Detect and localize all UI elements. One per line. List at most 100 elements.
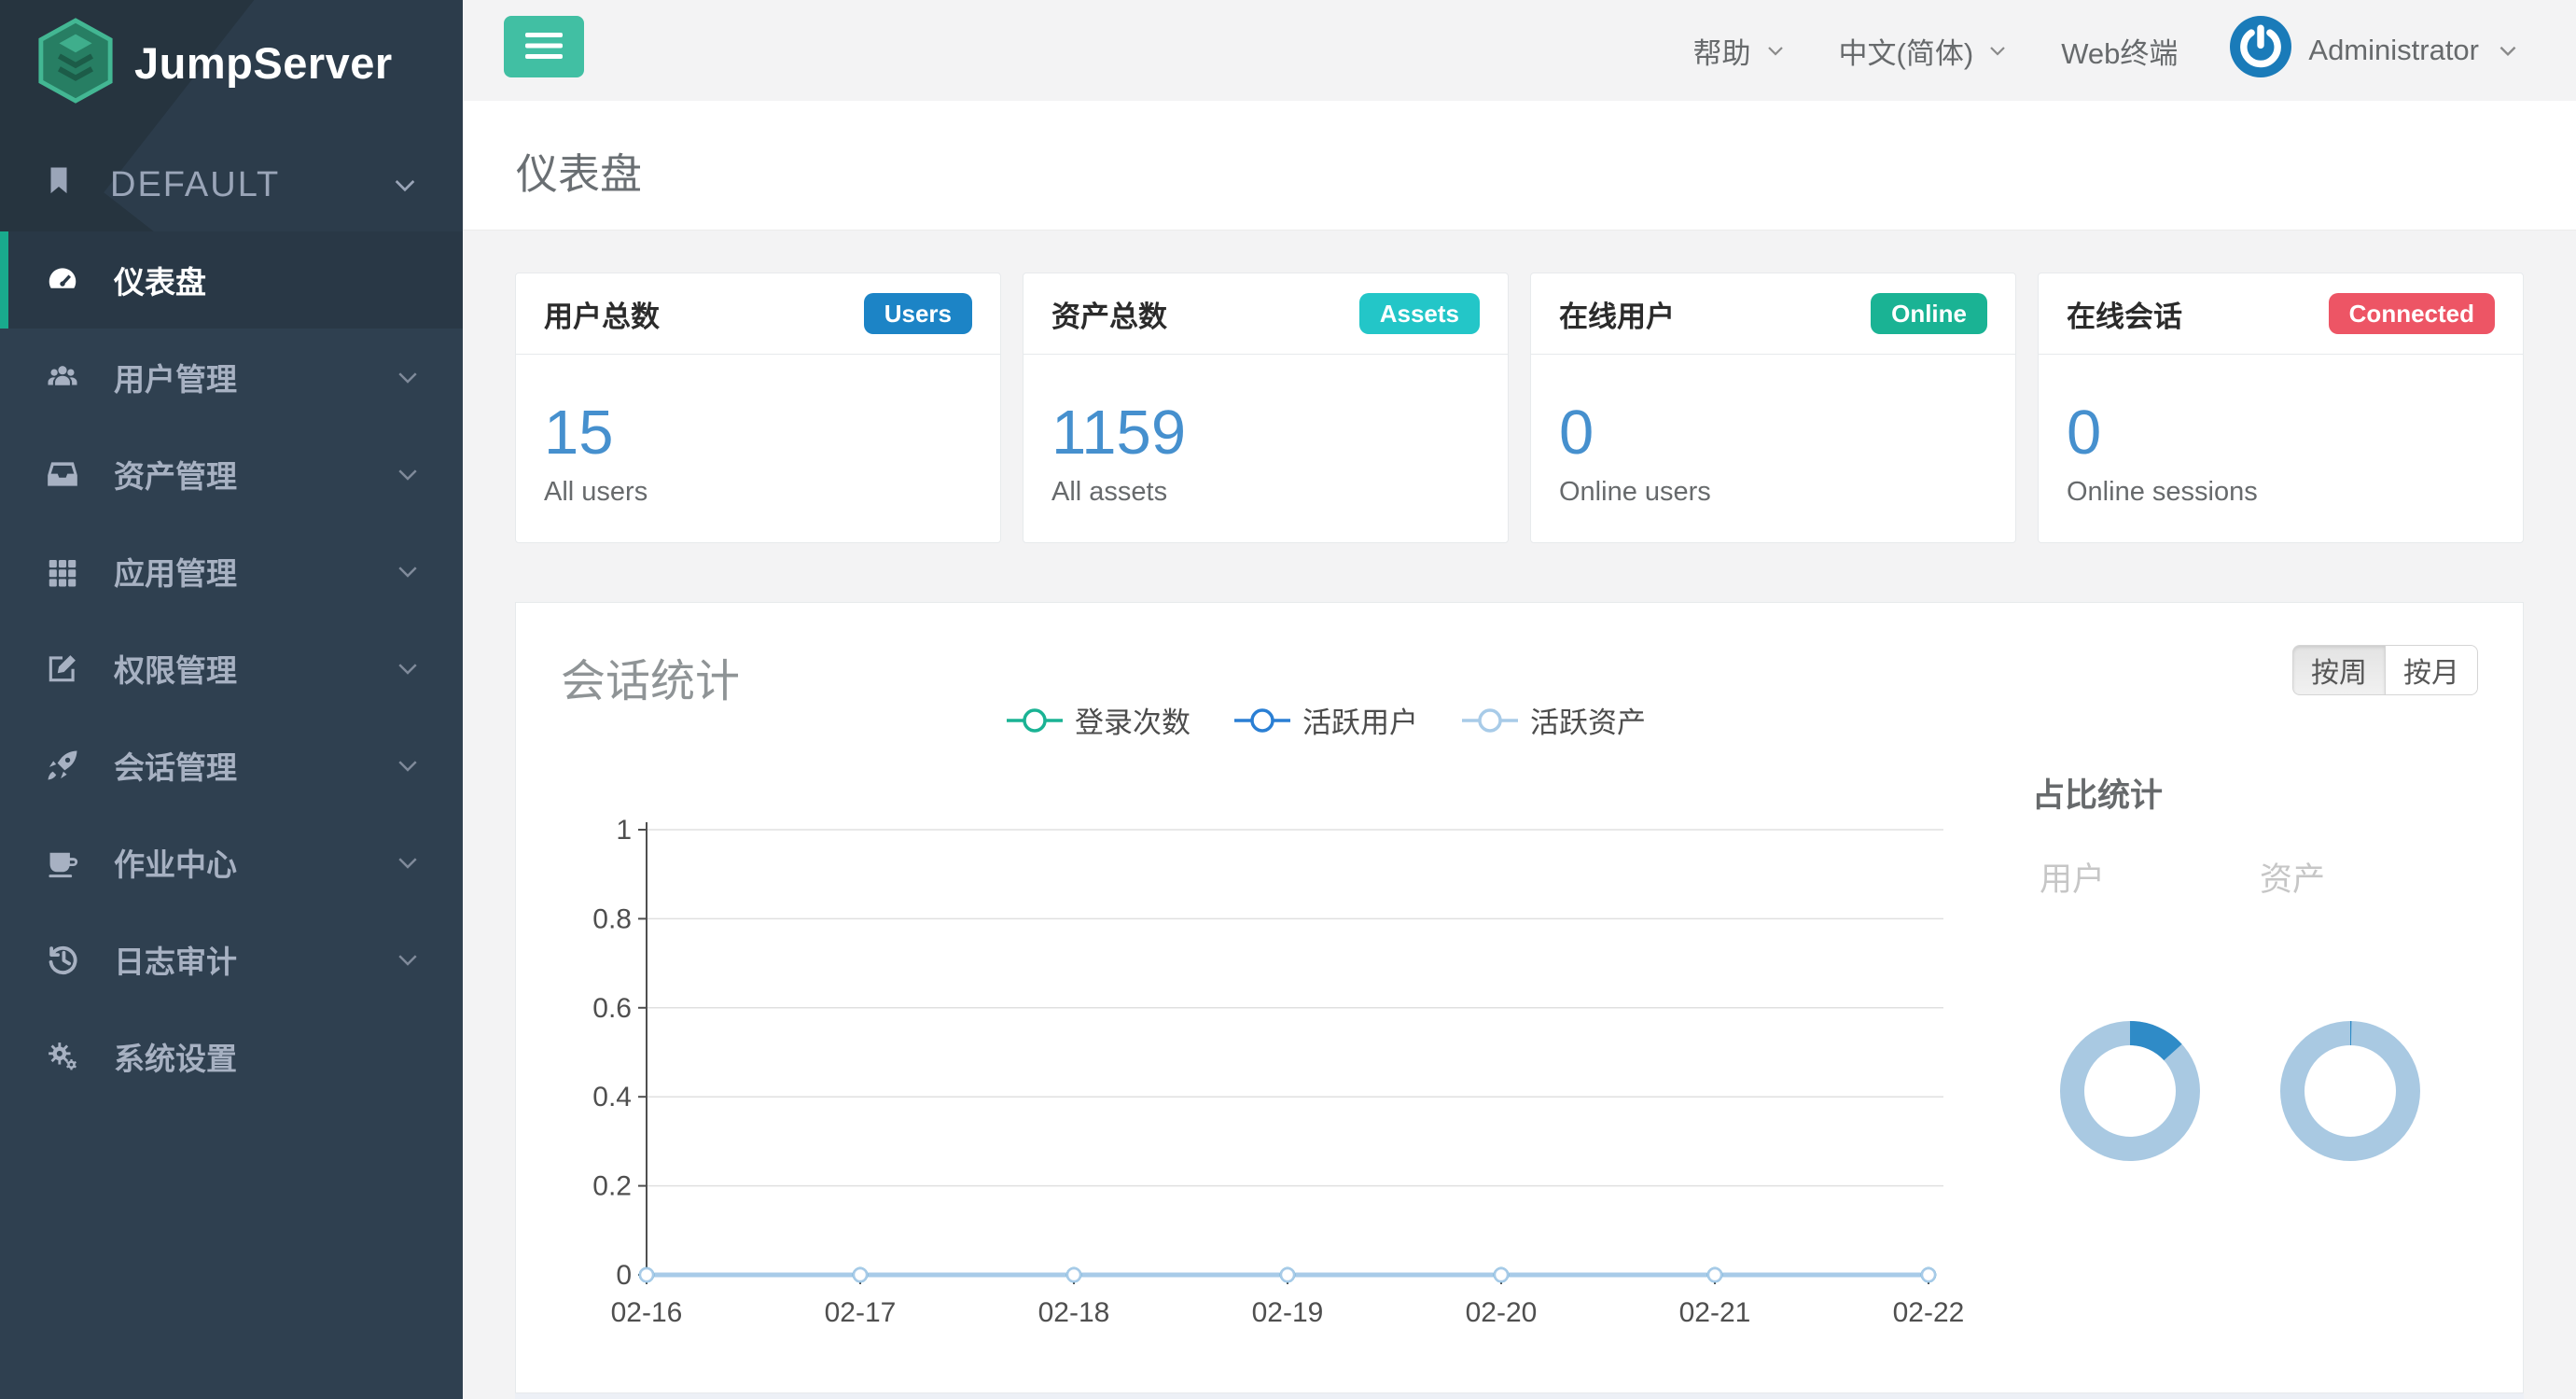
stat-card-title: 用户总数 bbox=[544, 293, 660, 335]
sidebar-menu: 仪表盘用户管理资产管理应用管理权限管理会话管理作业中心日志审计系统设置 bbox=[0, 231, 463, 1105]
stat-card-value: 15 bbox=[544, 401, 972, 464]
sidebar-item-label: 系统设置 bbox=[114, 1034, 237, 1079]
users-donut-chart bbox=[2051, 1012, 2209, 1170]
range-week-button[interactable]: 按周 bbox=[2292, 645, 2386, 695]
stat-card-title: 资产总数 bbox=[1051, 293, 1167, 335]
chevron-down-icon bbox=[2496, 38, 2520, 63]
jumpserver-hexagon-logo-icon bbox=[35, 17, 116, 109]
stat-card-header: 在线用户Online bbox=[1531, 273, 2015, 355]
sidebar-item-label: 用户管理 bbox=[114, 355, 237, 399]
legend-item-0[interactable]: 登录次数 bbox=[1006, 699, 1191, 741]
rocket-icon bbox=[41, 748, 84, 783]
stat-card-body: 0 Online sessions bbox=[2039, 355, 2523, 508]
stat-card-body: 0Online users bbox=[1531, 355, 2015, 508]
users-donut-label: 用户 bbox=[2040, 853, 2105, 901]
brand-logo[interactable]: JumpServer bbox=[35, 17, 393, 109]
stat-card-header: 资产总数Assets bbox=[1023, 273, 1508, 355]
chevron-down-icon bbox=[394, 460, 422, 488]
help-menu[interactable]: 帮助 bbox=[1693, 30, 1787, 72]
chevron-down-icon bbox=[394, 945, 422, 973]
svg-text:1: 1 bbox=[616, 815, 632, 846]
line-series-marker-icon bbox=[1461, 707, 1519, 734]
user-menu[interactable]: Administrator bbox=[2230, 16, 2520, 85]
stat-card-desc: Online sessions bbox=[2067, 477, 2495, 508]
coffee-icon bbox=[41, 845, 84, 880]
stat-card-badge: Users bbox=[864, 293, 972, 334]
chevron-down-icon bbox=[394, 848, 422, 876]
range-toggle-group: 按周 按月 bbox=[2292, 645, 2478, 695]
stat-card-desc: All assets bbox=[1051, 477, 1480, 508]
session-line-chart: 0 0.2 0.4 0.6 0.8 1 02-16 02-17 02-18 02-19 02-20 0… bbox=[572, 804, 2009, 1368]
org-selector[interactable]: DEFAULT bbox=[0, 138, 463, 231]
web-terminal-link[interactable]: Web终端 bbox=[2061, 30, 2178, 72]
chevron-down-icon bbox=[1764, 39, 1787, 62]
stat-card-online-users: 在线用户Online0Online users bbox=[1530, 273, 2016, 543]
chevron-down-icon bbox=[394, 751, 422, 779]
line-series-marker-icon bbox=[1006, 707, 1064, 734]
sidebar-item-perms[interactable]: 权限管理 bbox=[0, 620, 463, 717]
sidebar-item-apps[interactable]: 应用管理 bbox=[0, 523, 463, 620]
username-label: Administrator bbox=[2308, 34, 2479, 67]
legend-item-1[interactable]: 活跃用户 bbox=[1233, 699, 1418, 741]
sidebar-item-sessions[interactable]: 会话管理 bbox=[0, 717, 463, 814]
chevron-down-icon bbox=[1986, 39, 2009, 62]
sidebar-header: JumpServer DEFAULT bbox=[0, 0, 463, 231]
avatar bbox=[2230, 16, 2291, 85]
stat-card-header: 在线会话Connected bbox=[2039, 273, 2523, 355]
legend-item-2[interactable]: 活跃资产 bbox=[1461, 699, 1646, 741]
sidebar-item-audit[interactable]: 日志审计 bbox=[0, 911, 463, 1008]
top-bar: 帮助 中文(简体) Web终端 Administrator bbox=[463, 0, 2576, 101]
legend-label: 登录次数 bbox=[1075, 699, 1191, 741]
assets-donut-chart bbox=[2271, 1012, 2430, 1170]
inbox-icon bbox=[41, 456, 84, 492]
sidebar-item-assets[interactable]: 资产管理 bbox=[0, 426, 463, 523]
panel-title: 会话统计 bbox=[561, 644, 740, 709]
svg-text:02-19: 02-19 bbox=[1252, 1297, 1324, 1328]
svg-text:02-17: 02-17 bbox=[825, 1297, 897, 1328]
chevron-down-icon bbox=[390, 170, 420, 200]
svg-text:0: 0 bbox=[616, 1260, 632, 1291]
svg-text:0.6: 0.6 bbox=[592, 993, 632, 1024]
chevron-down-icon bbox=[394, 557, 422, 585]
stat-card-title: 在线会话 bbox=[2067, 293, 2182, 335]
svg-text:02-16: 02-16 bbox=[611, 1297, 683, 1328]
hamburger-icon bbox=[525, 32, 563, 63]
edit-icon bbox=[41, 651, 84, 686]
stat-card-header: 用户总数 Users bbox=[516, 273, 1000, 355]
language-label: 中文(简体) bbox=[1839, 30, 1974, 72]
stat-cards-row: 用户总数 Users 15All users 资产总数Assets1159All as… bbox=[515, 273, 2524, 543]
svg-text:0.4: 0.4 bbox=[592, 1082, 632, 1112]
assets-donut-label: 资产 bbox=[2260, 853, 2325, 901]
svg-text:02-21: 02-21 bbox=[1679, 1297, 1751, 1328]
chevron-down-icon bbox=[394, 654, 422, 682]
chart-legend: 登录次数活跃用户 活跃资产 bbox=[1006, 699, 1646, 741]
range-month-button[interactable]: 按月 bbox=[2385, 645, 2478, 695]
chevron-down-icon bbox=[394, 363, 422, 391]
svg-text:0.8: 0.8 bbox=[592, 903, 632, 934]
help-label: 帮助 bbox=[1693, 30, 1751, 72]
stat-card-body: 15All users bbox=[516, 355, 1000, 508]
svg-text:02-22: 02-22 bbox=[1893, 1297, 1965, 1328]
sidebar-item-settings[interactable]: 系统设置 bbox=[0, 1008, 463, 1105]
sidebar-item-jobs[interactable]: 作业中心 bbox=[0, 814, 463, 911]
brand-name: JumpServer bbox=[134, 37, 393, 89]
svg-text:0.2: 0.2 bbox=[592, 1171, 632, 1202]
ratio-title: 占比统计 bbox=[2032, 769, 2163, 817]
page-title-band: 仪表盘 bbox=[463, 101, 2576, 231]
stat-card-body: 1159All assets bbox=[1023, 355, 1508, 508]
legend-label: 活跃资产 bbox=[1530, 699, 1646, 741]
sidebar-item-label: 应用管理 bbox=[114, 549, 237, 594]
svg-text:02-20: 02-20 bbox=[1466, 1297, 1538, 1328]
session-statistics-panel: 会话统计 登录次数活跃用户 活跃资产 按周 按月 0 0.2 0.4 0.6 0.8 1 02… bbox=[515, 602, 2524, 1393]
svg-text:02-18: 02-18 bbox=[1038, 1297, 1110, 1328]
stat-card-value: 0 bbox=[2067, 401, 2495, 464]
web-terminal-label: Web终端 bbox=[2061, 30, 2178, 72]
sidebar-toggle-button[interactable] bbox=[504, 16, 584, 77]
language-menu[interactable]: 中文(简体) bbox=[1839, 30, 2010, 72]
sidebar: JumpServer DEFAULT 仪表盘用户管理资产管理应用管理权限管理会话… bbox=[0, 0, 463, 1399]
sidebar-item-dashboard[interactable]: 仪表盘 bbox=[0, 231, 463, 329]
sidebar-item-label: 作业中心 bbox=[114, 840, 237, 885]
bookmark-icon bbox=[43, 164, 75, 205]
sidebar-item-users[interactable]: 用户管理 bbox=[0, 329, 463, 426]
sidebar-item-label: 日志审计 bbox=[114, 937, 237, 982]
